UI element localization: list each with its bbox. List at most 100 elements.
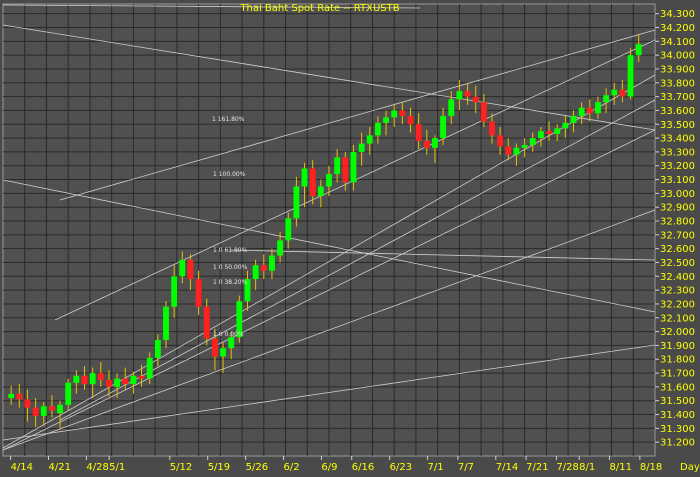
y-tick-label: 32.500 [660,258,695,269]
candle-body-up [513,147,520,155]
candle-body-up [537,131,544,139]
candle-body-down [407,115,414,125]
candle-body-up [252,265,259,280]
y-tick-label: 34.200 [660,23,695,34]
candle-body-up [57,404,63,414]
candle-body-up [130,375,137,385]
candle-body-up [326,174,332,187]
y-tick-label: 32.400 [660,272,695,283]
x-tick-label: 5/26 [246,462,268,473]
candle-body-up [554,128,561,134]
candle-body-down [497,135,504,147]
candle-body-down [260,265,267,271]
candle-body-up [529,138,536,145]
candle-body-down [472,96,479,103]
candle-body-down [546,131,552,134]
fib-level-label: 1 161.80% [212,116,245,123]
candle-body-down [81,375,88,385]
y-tick-label: 33.600 [660,106,695,117]
candle-body-up [277,240,284,256]
candle-body-down [106,379,112,387]
y-tick-label: 33.700 [660,92,695,103]
x-tick-label: 6/2 [284,462,300,473]
x-tick-label: 7/14 [496,462,518,473]
candle-body-down [195,279,202,307]
x-tick-label: 4/21 [48,462,70,473]
x-tick-label: 6/16 [352,462,374,473]
candle-body-up [171,276,178,307]
candle-body-up [228,337,235,349]
candle-body-down [309,168,316,197]
x-tick-label: 7/28 [556,462,578,473]
candle-body-up [269,255,275,271]
x-tick-label: 5/19 [208,462,230,473]
x-tick-label: 5/1 [109,462,125,473]
candle-body-up [154,339,161,358]
x-tick-label: 8/11 [610,462,632,473]
fib-level-label: 1 0 61.80% [213,247,248,254]
fib-level-label: 1 0 50.00% [213,264,248,271]
candle-body-down [16,393,23,400]
candle-body-down [464,91,471,97]
candle-body-down [415,124,422,141]
y-tick-label: 31.400 [660,410,695,421]
y-tick-label: 31.700 [660,369,695,380]
x-axis-unit-label: Day [680,462,700,473]
y-tick-label: 32.600 [660,244,695,255]
candle-body-up [391,110,398,118]
y-tick-label: 34.300 [660,9,695,20]
chart-title: Thai Baht Spot Rate -- RTXUSTB [239,3,399,14]
candle-body-up [595,102,601,114]
candle-body-up [432,138,438,148]
candle-body-up [220,348,226,357]
candle-body-up [611,89,618,96]
candle-body-down [480,102,487,122]
candle-body-up [73,375,80,383]
y-tick-label: 33.000 [660,189,695,200]
candle-body-up [293,186,300,219]
candle-body-down [342,157,349,183]
candle-body-up [562,122,569,129]
candle-body-down [187,259,194,280]
candle-body-down [138,375,145,379]
y-tick-label: 33.800 [660,78,695,89]
candle-body-up [301,168,308,187]
candle-body-up [358,143,365,152]
candle-body-up [350,151,357,183]
x-tick-label: 8/18 [640,462,662,473]
y-axis: 31.200 31.300 31.400 31.500 31.600 31.700 31.8… [655,9,695,449]
candle-body-up [440,115,447,139]
candle-body-up [146,357,153,379]
y-tick-label: 31.600 [660,382,695,393]
candle-body-up [317,186,324,197]
x-tick-label: 4/14 [11,462,33,473]
candle-body-up [8,393,15,398]
candle-body-up [456,91,463,100]
y-tick-label: 32.800 [660,217,695,228]
y-tick-label: 33.200 [660,161,695,172]
candle-body-up [366,135,373,144]
x-tick-label: 7/1 [428,462,444,473]
candle-body-up [114,378,121,387]
fib-level-label: 1 0 0.00% [213,331,244,338]
candle-body-up [448,99,455,116]
y-tick-label: 31.900 [660,341,695,352]
candle-body-down [97,373,104,380]
x-tick-label: 6/9 [321,462,337,473]
x-tick-label: 7/21 [526,462,548,473]
candle-body-up [603,95,610,103]
candle-body-up [285,218,292,241]
candle-body-up [383,117,389,123]
x-tick-label: 4/28 [86,462,108,473]
candle-body-up [570,115,577,123]
candle-body-up [627,55,634,97]
candle-body-down [24,399,31,408]
y-tick-label: 33.300 [660,147,695,158]
fib-level-label: 1 0 38.20% [213,279,248,286]
candle-body-down [203,306,210,339]
y-tick-label: 32.700 [660,230,695,241]
candle-body-up [40,406,47,416]
candle-body-up [65,382,72,405]
y-tick-label: 32.200 [660,299,695,310]
candle-body-up [521,144,528,148]
